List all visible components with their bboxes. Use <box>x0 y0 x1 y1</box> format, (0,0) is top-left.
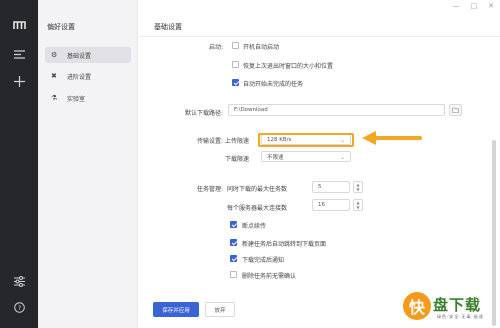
arrow-icon <box>362 131 422 145</box>
max-tasks-input[interactable]: 5 <box>312 181 350 193</box>
watermark-name: 盘下载 <box>433 296 482 314</box>
highlight-box <box>258 133 354 147</box>
settings-sliders-icon[interactable] <box>12 274 26 288</box>
task-management-label: 任务管理: <box>196 186 223 193</box>
checkbox-no-confirm-delete[interactable] <box>230 271 237 278</box>
download-limit-select[interactable]: 不限速 ⌄ <box>261 151 351 162</box>
upload-limit-label: 上传限速 <box>225 138 250 145</box>
logo-icon <box>12 18 26 32</box>
close-button[interactable]: ✕ <box>488 2 494 10</box>
sidebar-item-label: 实验室 <box>67 95 86 103</box>
max-connections-input[interactable]: 16 <box>312 199 350 211</box>
checkbox-label: 断点续传 <box>242 223 267 230</box>
checkbox-label: 删除任务前无需确认 <box>242 273 297 280</box>
startup-label: 启动: <box>208 44 223 51</box>
max-tasks-label: 同时下载的最大任务数 <box>227 186 288 193</box>
watermark-tagline: 绿色·安全·无毒·极速 <box>437 314 484 319</box>
chevron-down-icon: ⌄ <box>339 154 345 161</box>
sidebar-item-advanced-settings[interactable]: ✖ 进阶设置 <box>45 68 131 84</box>
help-icon[interactable]: ? <box>12 300 26 314</box>
icon-rail: ? <box>0 0 38 328</box>
sidebar-item-label: 进阶设置 <box>67 73 92 81</box>
sidebar-item-lab[interactable]: ⚗ 实验室 <box>45 90 131 106</box>
menu-icon[interactable] <box>12 47 26 61</box>
watermark-badge: 快 <box>403 292 431 320</box>
checkbox-label: 新建任务后自动跳转到下载页面 <box>242 241 327 248</box>
download-path-label: 默认下载路径: <box>184 110 223 117</box>
checkbox-jump-to-downloads[interactable] <box>230 239 237 246</box>
startup-checkbox-restore-window[interactable] <box>232 61 239 68</box>
maximize-button[interactable]: □ <box>471 2 478 10</box>
checkbox-notify-on-complete[interactable] <box>230 255 237 262</box>
startup-checkbox-autostart[interactable] <box>232 42 239 49</box>
download-limit-label: 下载限速 <box>225 156 250 163</box>
download-limit-value: 不限速 <box>267 154 284 161</box>
minimize-button[interactable]: — <box>453 2 460 10</box>
window-controls: — □ ✕ <box>453 2 495 10</box>
preferences-sidebar: 偏好设置 ⚙ 基础设置 ✖ 进阶设置 ⚗ 实验室 <box>38 0 138 328</box>
settings-panel: — □ ✕ 基础设置 启动: 开机自动启动 恢复上次退出时窗口的大小和位置 自动… <box>139 0 500 328</box>
save-apply-button[interactable]: 保存并应用 <box>153 302 199 317</box>
checkbox-label: 自动开始未完成的任务 <box>243 81 304 88</box>
flask-icon: ⚗ <box>51 94 58 102</box>
max-tasks-stepper[interactable]: ▲ ▼ <box>353 181 363 193</box>
page-title: 基础设置 <box>154 23 182 31</box>
sidebar-title: 偏好设置 <box>47 23 75 31</box>
chevron-down-icon[interactable]: ▼ <box>356 205 359 210</box>
checkbox-resume-broken[interactable] <box>230 221 237 228</box>
checkbox-label: 下载完成后通知 <box>242 257 285 264</box>
svg-text:?: ? <box>17 304 20 312</box>
gear-icon: ⚙ <box>51 51 58 59</box>
tools-icon: ✖ <box>51 72 57 80</box>
watermark-logo: 快 盘下载 绿色·安全·无毒·极速 <box>403 292 497 324</box>
startup-checkbox-resume-tasks[interactable] <box>232 79 239 86</box>
chevron-down-icon[interactable]: ▼ <box>356 187 359 192</box>
folder-icon[interactable] <box>449 104 462 116</box>
checkbox-label: 开机自动启动 <box>243 44 280 51</box>
sidebar-item-basic-settings[interactable]: ⚙ 基础设置 <box>45 47 131 63</box>
discard-button[interactable]: 放弃 <box>205 302 235 317</box>
sidebar-item-label: 基础设置 <box>67 52 92 60</box>
download-path-input[interactable]: F:\Download <box>228 104 445 116</box>
max-connections-label: 每个服务器最大连接数 <box>227 205 288 212</box>
header-divider <box>139 36 500 37</box>
transfer-settings-label: 传输设置: <box>196 138 223 145</box>
max-connections-stepper[interactable]: ▲ ▼ <box>353 199 363 211</box>
checkbox-label: 恢复上次退出时窗口的大小和位置 <box>243 63 334 70</box>
plus-icon[interactable] <box>12 74 26 88</box>
